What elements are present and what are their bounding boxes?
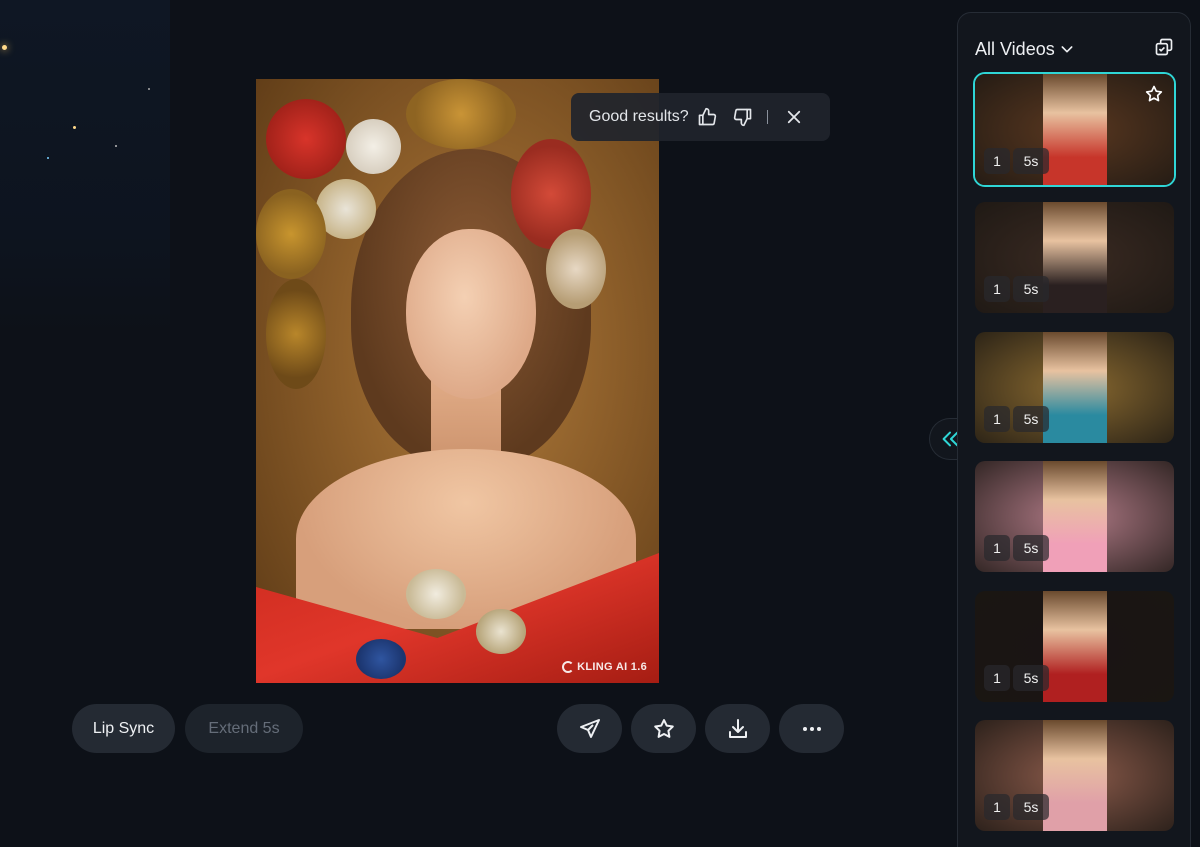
feedback-divider — [766, 110, 768, 124]
chevron-down-icon — [1061, 46, 1073, 53]
video-count-badge: 1 — [984, 276, 1010, 302]
video-count-badge: 1 — [984, 148, 1010, 174]
extend-label: Extend 5s — [208, 719, 280, 737]
thumbnail-image — [1043, 591, 1107, 702]
watermark-text: KLING AI 1.6 — [577, 661, 647, 673]
star-icon — [653, 718, 674, 738]
multi-select-icon[interactable] — [1154, 37, 1174, 62]
video-duration-badge: 5s — [1013, 535, 1049, 561]
watermark: KLING AI 1.6 — [562, 661, 647, 673]
panel-header: All Videos — [975, 37, 1174, 61]
video-duration-badge: 5s — [1013, 148, 1049, 174]
video-duration-badge: 5s — [1013, 665, 1049, 691]
video-count-badge: 1 — [984, 794, 1010, 820]
thumbnail-image — [1043, 202, 1107, 313]
favorite-button[interactable] — [631, 704, 696, 753]
starfield-backdrop — [0, 0, 170, 335]
extend-button[interactable]: Extend 5s — [185, 704, 303, 753]
video-count-badge: 1 — [984, 535, 1010, 561]
send-icon — [579, 718, 600, 738]
kling-logo-icon — [562, 661, 575, 673]
video-thumbnail[interactable]: 1 5s — [975, 202, 1174, 313]
video-preview[interactable]: KLING AI 1.6 — [256, 79, 659, 683]
panel-title: All Videos — [975, 38, 1055, 59]
video-duration-badge: 5s — [1013, 276, 1049, 302]
video-duration-badge: 5s — [1013, 406, 1049, 432]
feedback-toast: Good results? — [571, 93, 830, 141]
video-thumbnail[interactable]: 1 5s — [975, 332, 1174, 443]
lip-sync-button[interactable]: Lip Sync — [72, 704, 175, 753]
video-thumbnail[interactable]: 1 5s — [975, 720, 1174, 831]
download-button[interactable] — [705, 704, 770, 753]
video-duration-badge: 5s — [1013, 794, 1049, 820]
video-thumbnail[interactable]: 1 5s — [975, 591, 1174, 702]
share-button[interactable] — [557, 704, 622, 753]
close-icon[interactable] — [782, 105, 806, 129]
portrait-face — [406, 229, 536, 399]
thumbnail-image — [1043, 720, 1107, 831]
video-thumbnail[interactable]: 1 5s — [973, 72, 1176, 187]
lip-sync-label: Lip Sync — [92, 719, 155, 737]
all-videos-dropdown[interactable]: All Videos — [975, 39, 1075, 60]
download-icon — [728, 718, 747, 738]
thumbs-down-icon[interactable] — [731, 105, 755, 129]
app-root: KLING AI 1.6 Good results? Lip Sync Exte… — [0, 0, 1200, 847]
video-count-badge: 1 — [984, 665, 1010, 691]
more-icon — [802, 726, 821, 731]
more-button[interactable] — [779, 704, 844, 753]
video-thumbnail[interactable]: 1 5s — [975, 461, 1174, 572]
video-count-badge: 1 — [984, 406, 1010, 432]
thumbs-up-icon[interactable] — [695, 105, 719, 129]
thumbnail-image — [1043, 74, 1107, 185]
thumbnail-image — [1043, 332, 1107, 443]
favorite-star-icon[interactable] — [1144, 84, 1164, 104]
feedback-prompt: Good results? — [589, 108, 689, 125]
video-list-panel: All Videos 1 5s 1 5s 1 5s 1 5s 1 5s 1 5s — [957, 12, 1191, 847]
thumbnail-image — [1043, 461, 1107, 572]
